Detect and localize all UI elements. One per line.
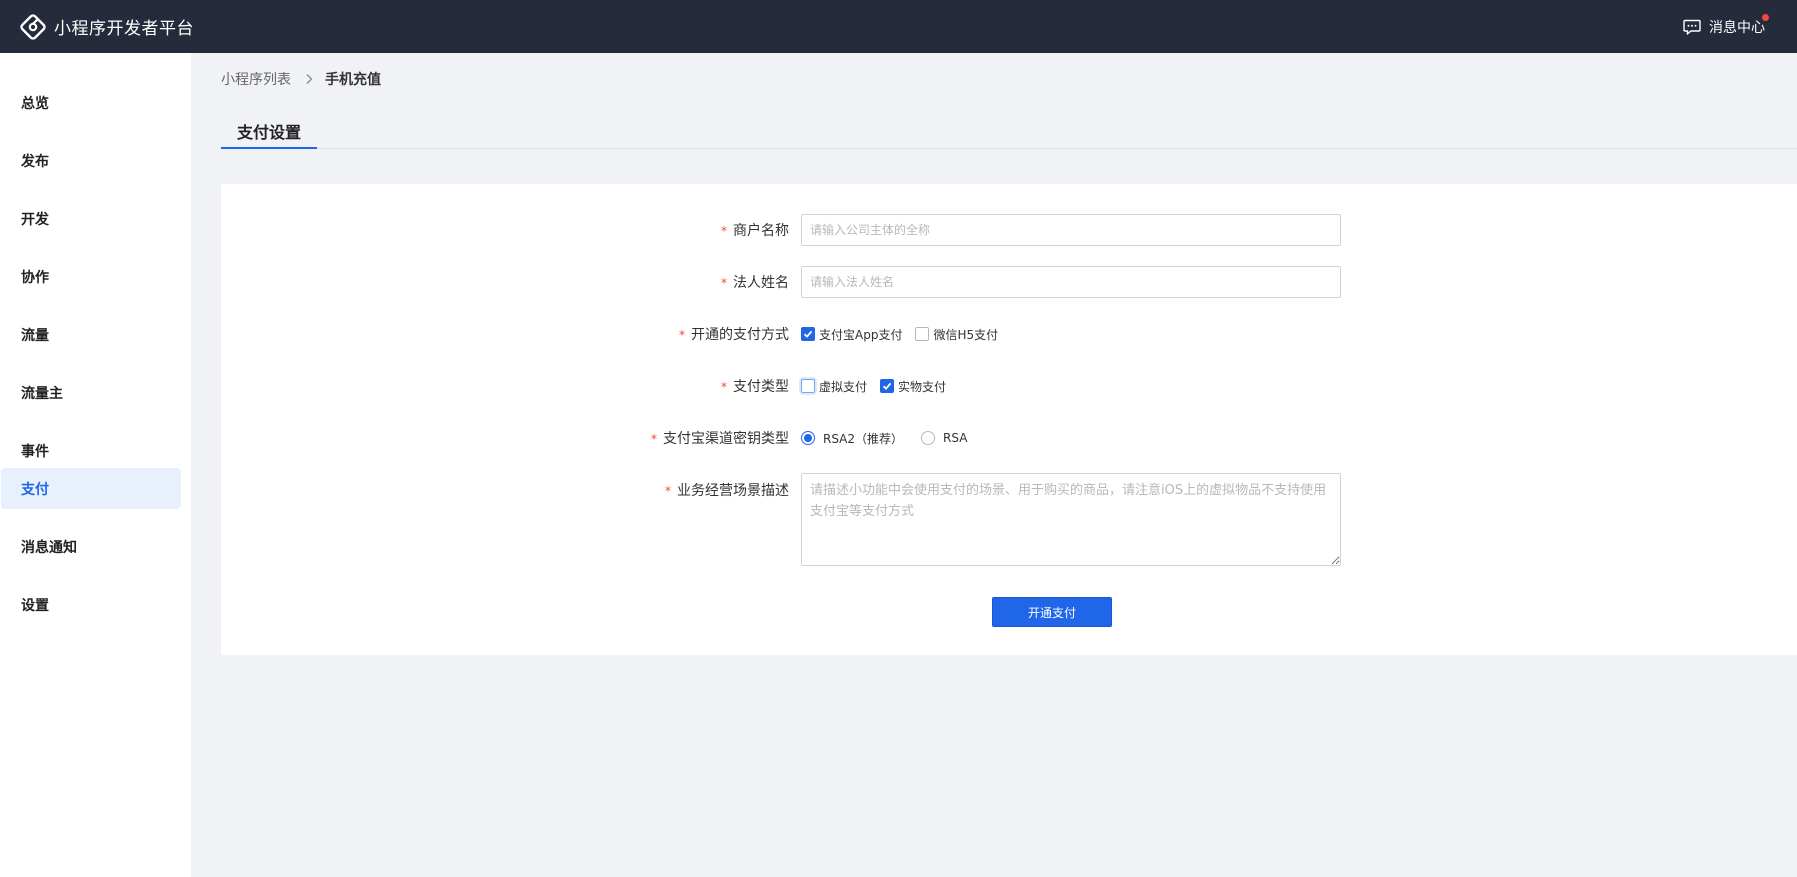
rsa2-option[interactable]: RSA2（推荐） — [801, 430, 903, 447]
message-center-button[interactable]: 消息中心 — [1683, 0, 1769, 53]
merchant-name-input[interactable] — [801, 214, 1341, 246]
sidebar-item-label: 消息通知 — [21, 539, 77, 556]
sidebar-item-label: 发布 — [21, 153, 49, 170]
breadcrumb-mini-program-list-link[interactable]: 小程序列表 — [221, 69, 291, 89]
legal-person-input[interactable] — [801, 266, 1341, 298]
sidebar-item-label: 流量 — [21, 327, 49, 344]
message-chat-icon — [1683, 19, 1701, 35]
payment-methods-group: 支付宝App支付 微信H5支付 — [801, 324, 1011, 344]
sidebar-item-publish[interactable]: 发布 — [1, 140, 181, 181]
payment-methods-label: * 开通的支付方式 — [679, 327, 789, 343]
sidebar-item-traffic[interactable]: 流量 — [1, 314, 181, 355]
sidebar-item-label: 事件 — [21, 443, 49, 460]
virtual-payment-option-label: 虚拟支付 — [819, 379, 868, 394]
merchant-name-label: * 商户名称 — [721, 223, 789, 239]
notification-dot — [1762, 14, 1769, 21]
physical-payment-option-label: 实物支付 — [898, 379, 947, 394]
required-mark: * — [721, 380, 727, 394]
business-desc-textarea[interactable] — [801, 473, 1341, 566]
key-type-label: * 支付宝渠道密钥类型 — [651, 431, 789, 447]
legal-person-label: * 法人姓名 — [721, 275, 789, 291]
tab-payment-settings[interactable]: 支付设置 — [221, 112, 317, 149]
required-mark: * — [679, 328, 685, 342]
breadcrumb-current: 手机充值 — [325, 72, 381, 88]
required-mark: * — [651, 432, 657, 446]
rsa-radio[interactable] — [921, 431, 936, 445]
sidebar-item-traffic-owner[interactable]: 流量主 — [1, 372, 181, 413]
chevron-right-icon — [303, 73, 315, 85]
key-type-group: RSA2（推荐） RSA — [801, 428, 985, 448]
required-mark: * — [721, 224, 727, 238]
sidebar-item-label: 总览 — [21, 95, 49, 112]
sidebar-item-label: 支付 — [21, 481, 49, 498]
sidebar-item-collaboration[interactable]: 协作 — [1, 256, 181, 297]
rsa2-radio[interactable] — [801, 431, 815, 445]
virtual-payment-option[interactable]: 虚拟支付 — [801, 378, 867, 395]
tab-bar: 支付设置 — [221, 112, 1797, 149]
sidebar-item-label: 设置 — [21, 597, 49, 614]
top-header-bar: 小程序开发者平台 消息中心 — [0, 0, 1797, 53]
rsa-option-label: RSA — [943, 431, 968, 445]
alipay-app-checkbox[interactable] — [801, 327, 815, 341]
sidebar-item-label: 流量主 — [21, 385, 63, 402]
required-mark: * — [665, 484, 671, 498]
sidebar-nav: 总览 发布 开发 协作 流量 流量主 事件 支付 消息通知 设置 — [0, 53, 191, 877]
required-mark: * — [721, 276, 727, 290]
enable-payment-button[interactable]: 开通支付 — [992, 597, 1112, 627]
virtual-payment-checkbox[interactable] — [801, 379, 815, 393]
wechat-h5-option[interactable]: 微信H5支付 — [915, 326, 998, 343]
sidebar-item-notifications[interactable]: 消息通知 — [1, 526, 181, 567]
payment-type-group: 虚拟支付 实物支付 — [801, 376, 959, 396]
business-desc-label: * 业务经营场景描述 — [665, 483, 789, 499]
app-title: 小程序开发者平台 — [54, 19, 194, 39]
sidebar-item-develop[interactable]: 开发 — [1, 198, 181, 239]
payment-type-label: * 支付类型 — [721, 379, 789, 395]
message-center-label: 消息中心 — [1709, 19, 1765, 36]
payment-settings-form: *商户名称 *法人姓名 *开通的支付方式 支付宝App支付 微信H5支付 *支付… — [221, 184, 1797, 655]
sidebar-item-settings[interactable]: 设置 — [1, 584, 181, 625]
breadcrumb: 小程序列表 手机充值 — [221, 69, 381, 89]
sidebar-item-events[interactable]: 事件 — [1, 430, 181, 471]
sidebar-item-overview[interactable]: 总览 — [1, 82, 181, 123]
sidebar-item-label: 协作 — [21, 269, 49, 286]
rsa2-option-label: RSA2（推荐） — [823, 431, 904, 446]
sidebar-item-payment[interactable]: 支付 — [1, 468, 181, 509]
mini-program-logo-icon[interactable] — [20, 13, 46, 40]
alipay-app-option[interactable]: 支付宝App支付 — [801, 326, 902, 343]
physical-payment-option[interactable]: 实物支付 — [880, 378, 946, 395]
sidebar-item-label: 开发 — [21, 211, 49, 228]
rsa-option[interactable]: RSA — [921, 431, 967, 445]
physical-payment-checkbox[interactable] — [880, 379, 895, 393]
wechat-h5-option-label: 微信H5支付 — [933, 327, 999, 342]
wechat-h5-checkbox[interactable] — [915, 327, 930, 341]
alipay-app-option-label: 支付宝App支付 — [819, 327, 903, 342]
